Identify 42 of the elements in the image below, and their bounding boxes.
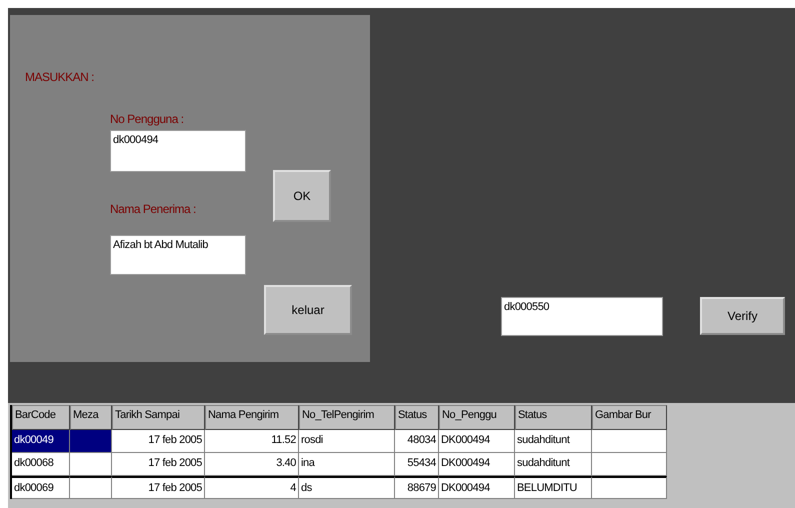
table-cell: dk00069 [12, 476, 70, 499]
table-cell: 4 [205, 476, 299, 499]
column-header[interactable]: Gambar Bur [592, 405, 667, 430]
table-cell: dk00049 [12, 430, 70, 453]
form-heading: MASUKKAN : [25, 70, 94, 84]
table-cell: sudahditunt [515, 430, 592, 453]
column-header[interactable]: BarCode [12, 405, 70, 430]
column-header[interactable]: Meza [70, 405, 112, 430]
table-cell: 17 feb 2005 [112, 430, 205, 453]
column-header[interactable]: Status [395, 405, 439, 430]
table-cell [70, 430, 112, 453]
table-cell: rosdi [299, 430, 395, 453]
table-cell: 48034 [395, 430, 439, 453]
table-cell: DK000494 [439, 476, 515, 499]
table-cell: DK000494 [439, 430, 515, 453]
verify-button[interactable]: Verify [700, 297, 785, 335]
table-cell: 55434 [395, 453, 439, 476]
column-header[interactable]: Nama Pengirim [205, 405, 299, 430]
table-cell: 88679 [395, 476, 439, 499]
table-cell [70, 453, 112, 476]
table-cell: dk00068 [12, 453, 70, 476]
table-cell: 3.40 [205, 453, 299, 476]
table-cell: 17 feb 2005 [112, 476, 205, 499]
table-cell: 17 feb 2005 [112, 453, 205, 476]
table-cell: ds [299, 476, 395, 499]
field-label: No Pengguna : [110, 112, 184, 126]
ok-button[interactable]: OK [273, 170, 331, 222]
input-field[interactable]: Afizah bt Abd Mutalib [110, 235, 246, 275]
input-field[interactable]: dk000550 [501, 297, 663, 336]
table-cell: ina [299, 453, 395, 476]
column-header[interactable]: Tarikh Sampai [112, 405, 205, 430]
column-header[interactable]: Status [515, 405, 592, 430]
exit-button[interactable]: keluar [264, 285, 352, 335]
table-cell: sudahditunt [515, 453, 592, 476]
column-header[interactable]: No_TelPengirim [299, 405, 395, 430]
table-cell: BELUMDITU [515, 476, 592, 499]
field-label: Nama Penerima : [110, 202, 196, 216]
column-header[interactable]: No_Penggu [439, 405, 515, 430]
table-cell: DK000494 [439, 453, 515, 476]
input-field[interactable]: dk000494 [110, 130, 246, 172]
table-cell: 11.52 [205, 430, 299, 453]
table-cell [70, 476, 112, 499]
